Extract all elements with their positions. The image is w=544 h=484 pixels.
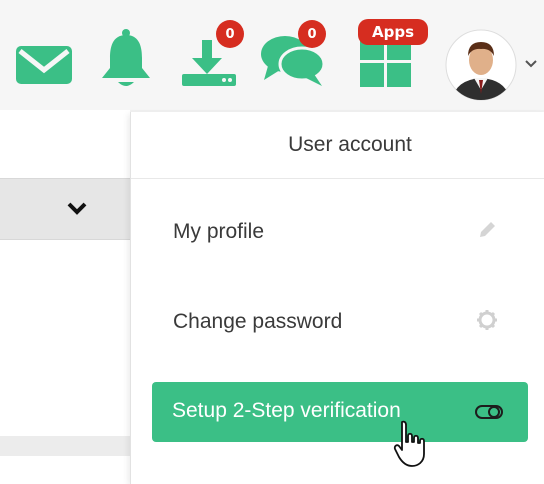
toggle-icon	[474, 402, 504, 427]
apps-badge: Apps	[358, 19, 428, 45]
gear-icon	[476, 309, 498, 336]
mail-icon[interactable]	[14, 42, 74, 91]
chevron-down-icon[interactable]	[524, 56, 538, 74]
pencil-icon	[476, 219, 498, 246]
hand-pointer-icon	[392, 420, 428, 473]
apps-grid-icon[interactable]	[360, 38, 412, 93]
avatar[interactable]	[444, 28, 518, 107]
main-content-area	[0, 110, 130, 484]
menu-item-my-profile[interactable]: My profile	[131, 202, 544, 262]
menu-item-label: Change password	[173, 310, 343, 333]
bell-icon[interactable]	[98, 28, 154, 95]
dropdown-title: User account	[288, 133, 412, 156]
chevron-down-icon	[66, 201, 88, 220]
top-navbar: 0 0 Apps	[0, 0, 544, 110]
menu-item-label: My profile	[173, 220, 265, 243]
menu-item-change-password[interactable]: Change password	[131, 292, 544, 352]
download-badge: 0	[216, 20, 244, 48]
menu-item-setup-2-step-verification[interactable]: Setup 2-Step verification	[152, 382, 528, 442]
dropdown-header: User account	[131, 112, 544, 179]
chat-badge: 0	[298, 20, 326, 48]
menu-item-label: Setup 2-Step verification	[172, 399, 401, 422]
collapsed-select[interactable]	[0, 178, 130, 240]
content-stripe	[0, 436, 130, 456]
